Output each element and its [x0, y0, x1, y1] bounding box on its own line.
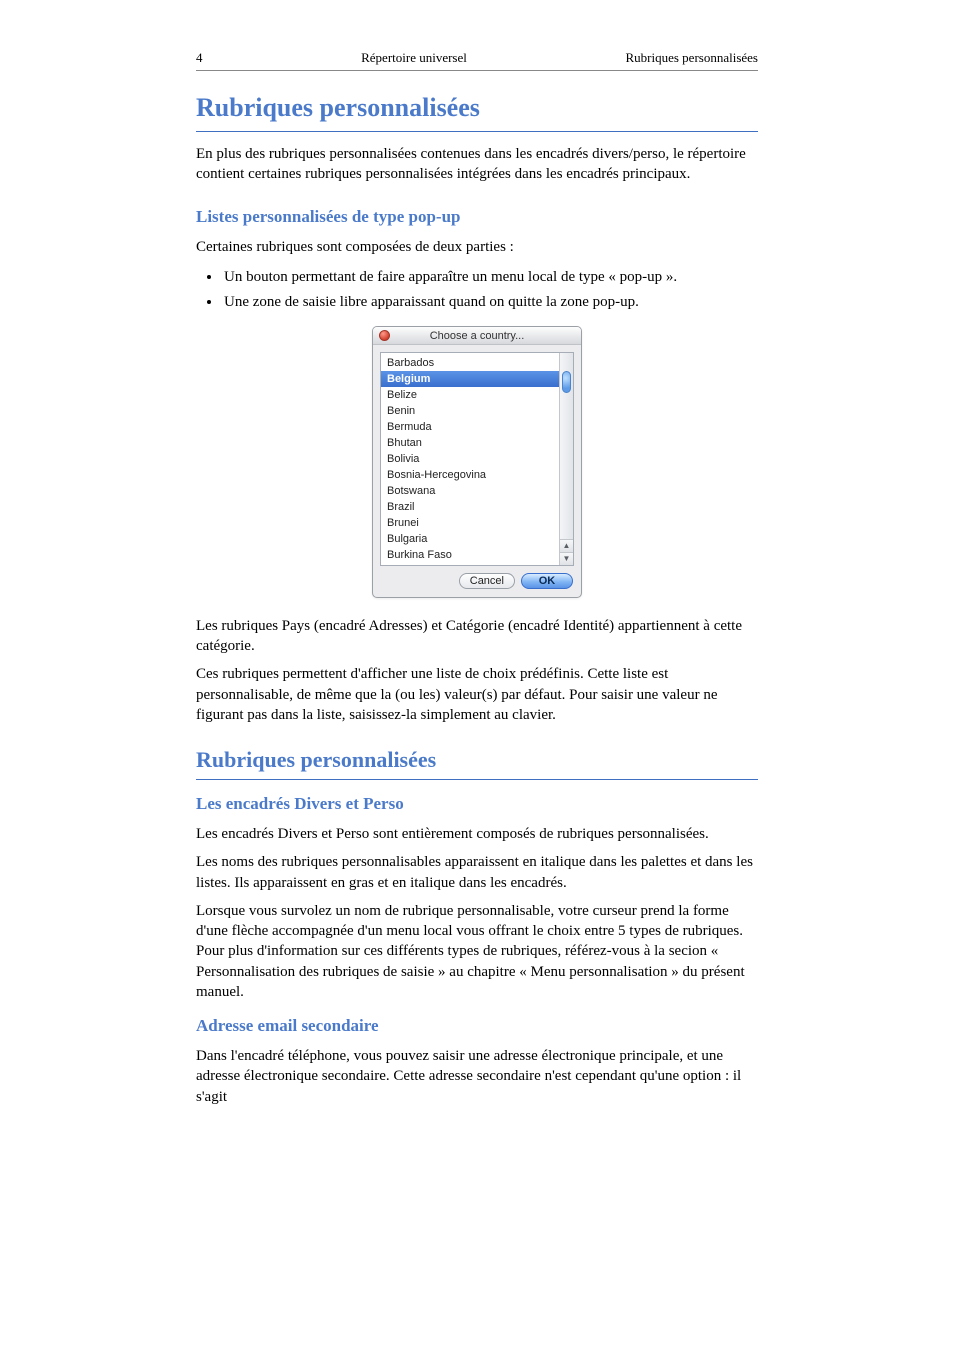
country-list-item[interactable]: Bosnia-Hercegovina	[381, 467, 559, 483]
cancel-button[interactable]: Cancel	[459, 573, 515, 589]
country-list-item[interactable]: Bermuda	[381, 419, 559, 435]
running-header: 4 Répertoire universel Rubriques personn…	[196, 50, 758, 71]
country-list-item[interactable]: Belgium	[381, 371, 559, 387]
country-list-item[interactable]: Brunei	[381, 515, 559, 531]
section-popup-lists-title: Listes personnalisées de type pop-up	[196, 207, 758, 227]
scrollbar-thumb[interactable]	[562, 371, 571, 393]
doc-title: Répertoire universel	[361, 50, 467, 66]
country-list-item[interactable]: Benin	[381, 403, 559, 419]
country-list-item[interactable]: Bulgaria	[381, 531, 559, 547]
popup-parts-list: Un bouton permettant de faire apparaître…	[196, 265, 758, 316]
divers-perso-p1: Les encadrés Divers et Perso sont entièr…	[196, 824, 758, 844]
section-popup-lists-body: Certaines rubriques sont composées de de…	[196, 237, 758, 257]
after-figure-p1: Les rubriques Pays (encadré Adresses) et…	[196, 616, 758, 657]
scroll-up-icon[interactable]: ▲	[560, 539, 573, 552]
country-list-item[interactable]: Brazil	[381, 499, 559, 515]
section-custom-fields-title: Rubriques personnalisées	[196, 747, 758, 780]
after-figure-p2: Ces rubriques permettent d'afficher une …	[196, 664, 758, 725]
dialog-titlebar: Choose a country...	[373, 327, 581, 345]
chapter-title: Rubriques personnalisées	[196, 93, 758, 132]
choose-country-dialog: Choose a country... BarbadosBelgiumBeliz…	[372, 326, 582, 598]
chapter-lede: En plus des rubriques personnalisées con…	[196, 144, 758, 185]
dialog-button-row: Cancel OK	[373, 570, 581, 597]
popup-part-item: Une zone de saisie libre apparaissant qu…	[222, 290, 758, 316]
country-list-item[interactable]: Bolivia	[381, 451, 559, 467]
subsection-secondary-email-title: Adresse email secondaire	[196, 1016, 758, 1036]
divers-perso-p2: Les noms des rubriques personnalisables …	[196, 852, 758, 893]
scrollbar[interactable]: ▲ ▼	[559, 353, 573, 565]
country-list-item[interactable]: Botswana	[381, 483, 559, 499]
country-list-item[interactable]: Bhutan	[381, 435, 559, 451]
popup-part-item: Un bouton permettant de faire apparaître…	[222, 265, 758, 291]
country-list-item[interactable]: Belize	[381, 387, 559, 403]
country-list-item[interactable]: Barbados	[381, 355, 559, 371]
secondary-email-p1: Dans l'encadré téléphone, vous pouvez sa…	[196, 1046, 758, 1107]
page-number: 4	[196, 50, 203, 66]
country-list-item[interactable]: Burkina Faso	[381, 547, 559, 563]
close-icon[interactable]	[379, 330, 390, 341]
divers-perso-p3: Lorsque vous survolez un nom de rubrique…	[196, 901, 758, 1002]
subsection-divers-perso-title: Les encadrés Divers et Perso	[196, 794, 758, 814]
section-name: Rubriques personnalisées	[625, 50, 758, 66]
ok-button[interactable]: OK	[521, 573, 573, 589]
dialog-title: Choose a country...	[430, 330, 525, 342]
scroll-down-icon[interactable]: ▼	[560, 552, 573, 565]
country-listbox[interactable]: BarbadosBelgiumBelizeBeninBermudaBhutanB…	[381, 353, 559, 565]
country-dialog-figure: Choose a country... BarbadosBelgiumBeliz…	[372, 326, 582, 598]
